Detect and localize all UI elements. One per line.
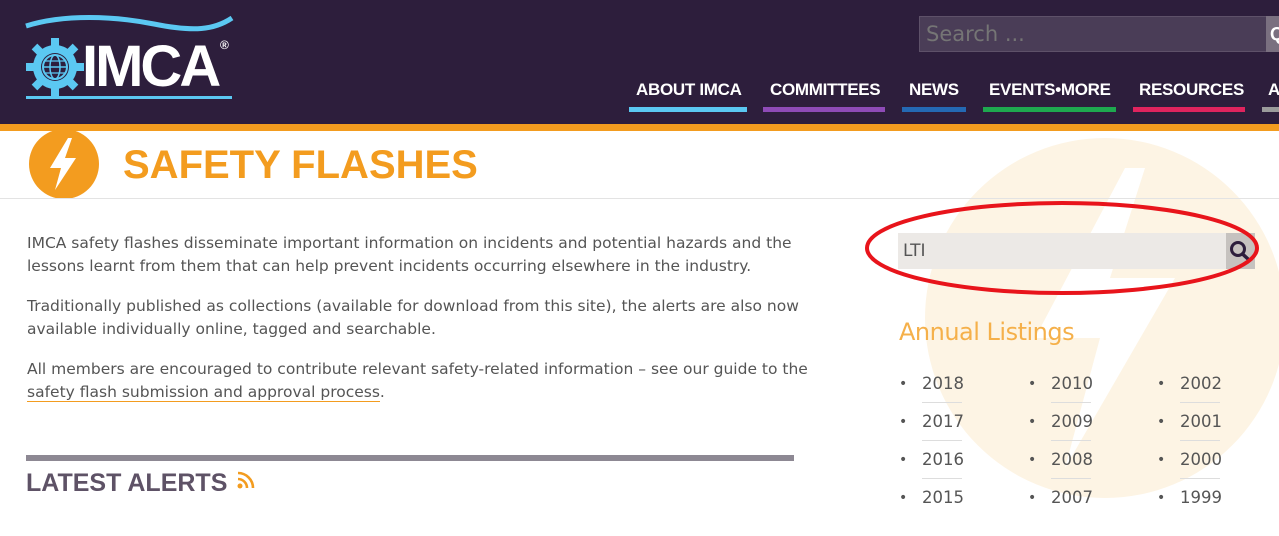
year-label: 2016: [922, 450, 964, 469]
bullet: •: [1028, 414, 1037, 430]
bullet: •: [1028, 376, 1037, 392]
header-search-input[interactable]: [920, 17, 1265, 51]
nav-underline: [983, 107, 1116, 112]
annotation-highlight-ellipse: [865, 201, 1259, 295]
intro-paragraph: IMCA safety flashes disseminate importan…: [27, 234, 792, 275]
search-icon: Q: [1270, 24, 1279, 44]
nav-label: ABOUT IMCA: [636, 80, 742, 99]
year-link-2008[interactable]: • 2008: [1028, 449, 1093, 479]
bullet: •: [1028, 490, 1037, 506]
bullet: •: [899, 490, 908, 506]
latest-alerts-heading: LATEST ALERTS: [26, 469, 228, 497]
bullet: •: [899, 452, 908, 468]
year-link-2010[interactable]: • 2010: [1028, 373, 1093, 403]
header-accent-bar: [0, 124, 1279, 131]
nav-underline: [1262, 107, 1279, 112]
contribute-paragraph: All members are encouraged to contribute…: [27, 358, 817, 404]
bullet: •: [1157, 452, 1166, 468]
year-label: 1999: [1180, 488, 1222, 507]
nav-underline: [629, 107, 747, 112]
year-divider: [922, 402, 962, 403]
year-label: 2018: [922, 374, 964, 393]
bullet: •: [899, 414, 908, 430]
year-divider: [1051, 440, 1091, 441]
year-label: 2002: [1180, 374, 1222, 393]
bullet: •: [1157, 490, 1166, 506]
collections-paragraph: Traditionally published as collections (…: [27, 297, 799, 338]
logo-underline: [26, 96, 232, 99]
nav-label: NEWS: [909, 80, 959, 99]
nav-resources[interactable]: RESOURCES: [1133, 80, 1245, 112]
bullet: •: [1157, 414, 1166, 430]
year-label: 2009: [1051, 412, 1093, 431]
alerts-divider: [26, 455, 794, 461]
year-link-2007[interactable]: • 2007: [1028, 487, 1093, 509]
logo-registered-mark: ®: [220, 38, 229, 52]
year-link-2017[interactable]: • 2017: [899, 411, 964, 441]
year-link-2016[interactable]: • 2016: [899, 449, 964, 479]
year-link-2015[interactable]: • 2015: [899, 487, 964, 509]
year-label: 2008: [1051, 450, 1093, 469]
nav-more[interactable]: A: [1262, 80, 1279, 112]
year-label: 2010: [1051, 374, 1093, 393]
year-divider: [922, 478, 962, 479]
nav-label: COMMITTEES: [770, 80, 881, 99]
contribute-text: All members are encouraged to contribute…: [27, 360, 808, 378]
nav-about-imca[interactable]: ABOUT IMCA: [629, 80, 747, 112]
lightning-icon: [29, 129, 99, 199]
submission-process-link[interactable]: safety flash submission and approval pro…: [27, 383, 380, 402]
nav-underline: [902, 107, 966, 112]
page-title: SAFETY FLASHES: [123, 143, 478, 187]
gear-globe-icon: [26, 38, 84, 96]
year-label: 2000: [1180, 450, 1222, 469]
year-divider: [922, 440, 962, 441]
nav-events-more[interactable]: EVENTS•MORE: [983, 80, 1116, 112]
bullet: •: [1028, 452, 1037, 468]
nav-news[interactable]: NEWS: [902, 80, 966, 112]
year-link-1999[interactable]: • 1999: [1157, 487, 1222, 509]
annual-listings-heading: Annual Listings: [899, 318, 1075, 346]
nav-label: RESOURCES: [1139, 80, 1244, 99]
nav-committees[interactable]: COMMITTEES: [763, 80, 885, 112]
year-divider: [1180, 440, 1220, 441]
bullet: •: [1157, 376, 1166, 392]
nav-underline: [763, 107, 885, 112]
year-label: 2007: [1051, 488, 1093, 507]
nav-underline: [1133, 107, 1245, 112]
year-link-2009[interactable]: • 2009: [1028, 411, 1093, 441]
rss-icon[interactable]: [236, 470, 256, 490]
year-label: 2017: [922, 412, 964, 431]
bullet: •: [899, 376, 908, 392]
year-divider: [1180, 402, 1220, 403]
year-divider: [1180, 478, 1220, 479]
year-divider: [1051, 478, 1091, 479]
year-label: 2015: [922, 488, 964, 507]
year-link-2000[interactable]: • 2000: [1157, 449, 1222, 479]
year-label: 2001: [1180, 412, 1222, 431]
year-link-2002[interactable]: • 2002: [1157, 373, 1222, 403]
year-link-2018[interactable]: • 2018: [899, 373, 964, 403]
nav-label: A: [1268, 80, 1279, 99]
header-search: [919, 16, 1269, 52]
imca-logo[interactable]: IMCA ®: [24, 12, 236, 102]
logo-wordmark: IMCA: [82, 34, 221, 99]
nav-label: EVENTS•MORE: [989, 80, 1111, 99]
contribute-end: .: [379, 383, 385, 401]
header-search-button[interactable]: Q: [1266, 16, 1279, 52]
title-divider: [0, 198, 1279, 199]
year-divider: [1051, 402, 1091, 403]
year-link-2001[interactable]: • 2001: [1157, 411, 1222, 441]
